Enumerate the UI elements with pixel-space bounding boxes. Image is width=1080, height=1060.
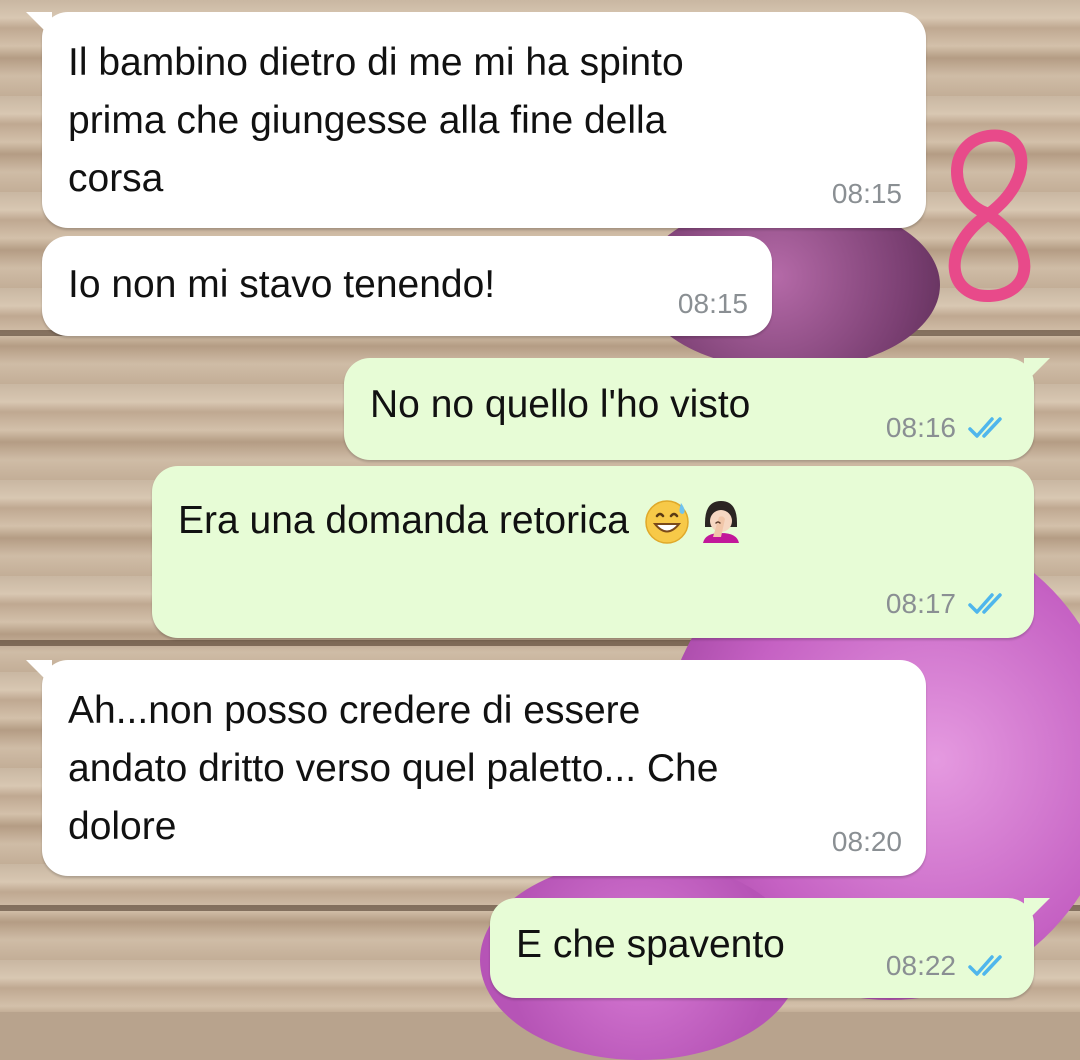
message-timestamp: 08:20 (831, 826, 902, 857)
bubble-tail (26, 660, 52, 686)
message-bubble-incoming[interactable]: Io non mi stavo tenendo! 08:15 (42, 236, 772, 336)
message-text: Era una domanda retorica (178, 499, 629, 542)
read-ticks-icon (968, 955, 1002, 976)
bubble-tail (1024, 898, 1050, 924)
message-text: No no quello l'ho visto (370, 383, 751, 426)
message-timestamp: 08:22 (885, 950, 956, 981)
message-bubble-outgoing[interactable]: E che spavento 08:22 (490, 898, 1050, 998)
message-list[interactable]: Il bambino dietro di me mi ha spinto pri… (0, 0, 1080, 1012)
message-bubble-incoming[interactable]: Il bambino dietro di me mi ha spinto pri… (26, 12, 926, 228)
read-ticks-icon (968, 593, 1002, 614)
pink-eight-doodle (948, 129, 1031, 302)
message-bubble-outgoing[interactable]: No no quello l'ho visto 08:16 (344, 358, 1050, 460)
message-timestamp: 08:16 (885, 412, 956, 443)
message-timestamp: 08:15 (831, 178, 902, 209)
grinning-sweat-emoji (645, 500, 689, 544)
message-bubble-outgoing[interactable]: Era una domanda retorica 08:17 (152, 466, 1034, 638)
message-bubble-incoming[interactable]: Ah...non posso credere di essere andato … (26, 660, 926, 876)
message-content: Era una domanda retorica (178, 492, 745, 550)
bubble-tail (1024, 358, 1050, 384)
message-timestamp: 08:17 (885, 588, 956, 619)
message-text: Ah...non posso credere di essere andato … (68, 689, 719, 848)
bubble-tail (26, 12, 52, 38)
read-ticks-icon (968, 417, 1002, 438)
message-text: E che spavento (516, 923, 785, 966)
message-timestamp: 08:15 (677, 288, 748, 319)
message-text: Io non mi stavo tenendo! (68, 263, 496, 306)
woman-facepalming-emoji (702, 501, 739, 543)
message-text: Il bambino dietro di me mi ha spinto pri… (68, 41, 684, 200)
